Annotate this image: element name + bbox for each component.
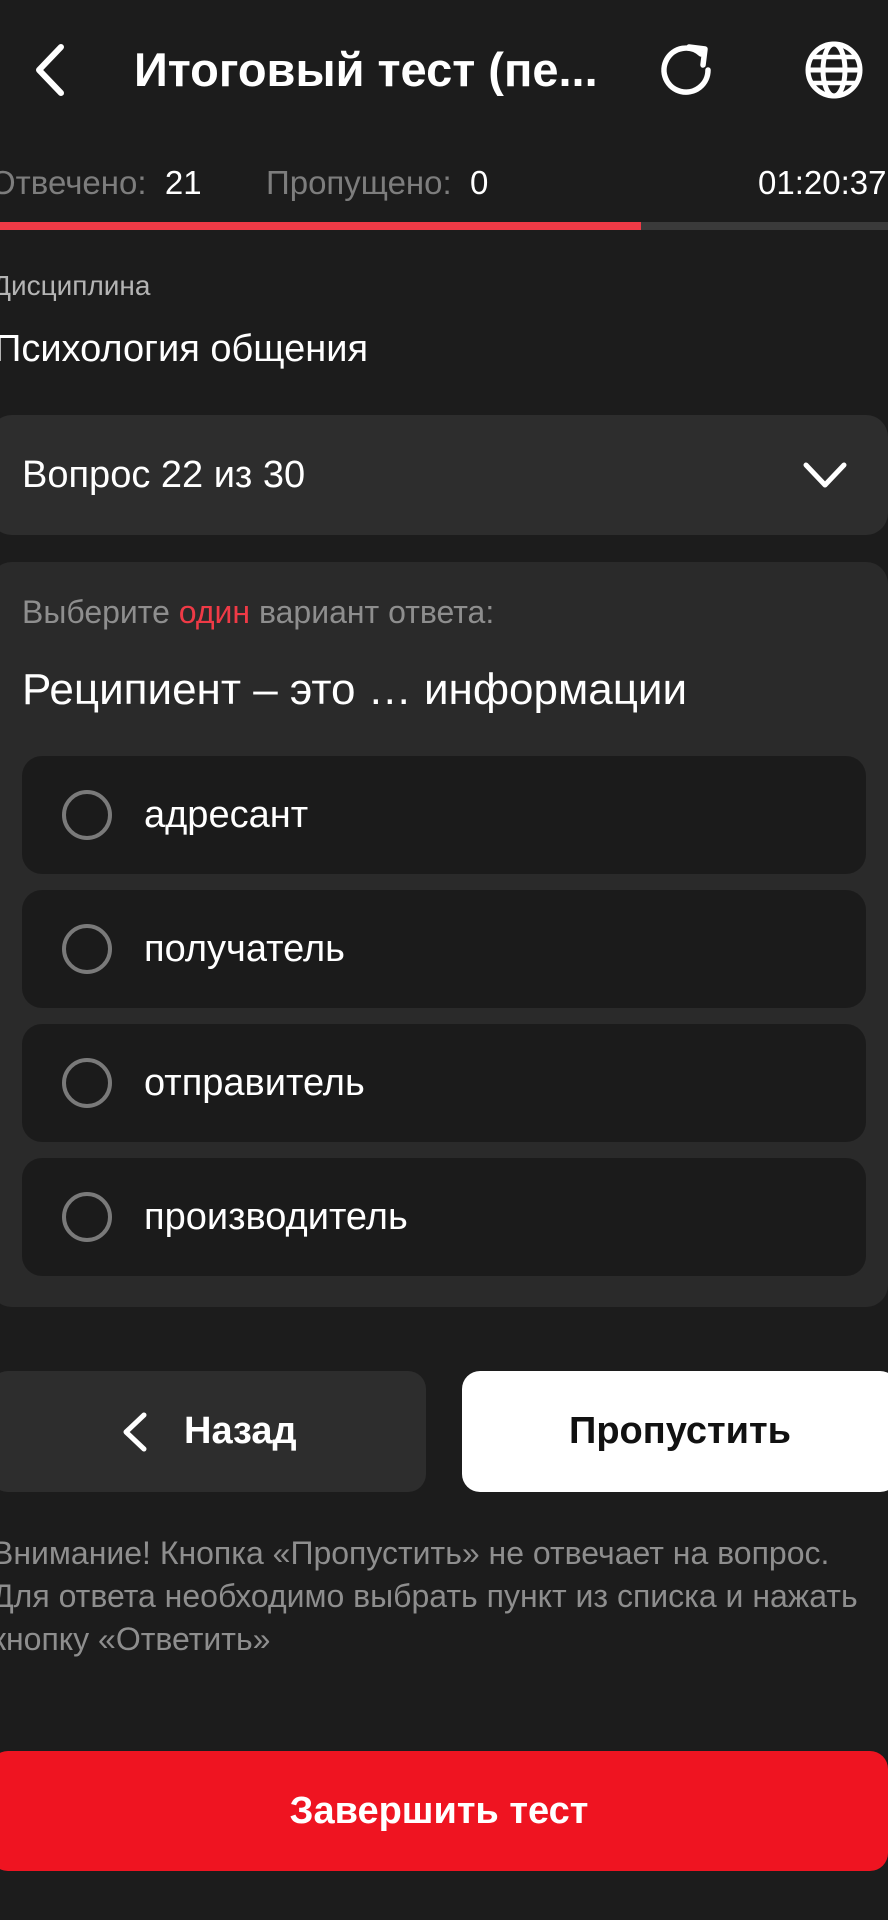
radio-button[interactable]: [62, 1192, 112, 1242]
chevron-down-icon: [803, 462, 847, 488]
finish-test-label: Завершить тест: [289, 1790, 589, 1832]
answer-option[interactable]: производитель: [22, 1158, 866, 1276]
answer-option[interactable]: адресант: [22, 756, 866, 874]
previous-button-label: Назад: [184, 1410, 297, 1452]
chevron-left-icon: [36, 44, 64, 96]
skipped-label: Пропущено:: [266, 164, 452, 201]
globe-icon: [805, 41, 863, 99]
question-card: Выберите один вариант ответа: Реципиент …: [0, 562, 888, 1307]
chevron-left-icon: [123, 1412, 147, 1452]
answered-value: 21: [164, 164, 202, 201]
option-label: адресант: [144, 794, 309, 836]
option-label: отправитель: [144, 1062, 365, 1104]
page-title: Итоговый тест (пе...: [134, 43, 598, 96]
answer-instruction: Выберите один вариант ответа:: [22, 592, 494, 632]
test-stats: Отвечено: 21 Пропущено: 0 01:20:37: [0, 160, 888, 206]
option-label: получатель: [144, 928, 345, 970]
progress-bar: [0, 222, 888, 230]
instruction-text: Выберите: [22, 594, 179, 630]
skipped-value: 0: [470, 164, 489, 201]
radio-button[interactable]: [62, 790, 112, 840]
answered-count: Отвечено: 21: [0, 160, 202, 206]
header: Итоговый тест (пе...: [0, 0, 888, 140]
progress-fill: [0, 222, 642, 230]
instruction-text-end: вариант ответа:: [250, 594, 495, 630]
timer: 01:20:37: [758, 164, 887, 201]
language-button[interactable]: [800, 36, 868, 104]
previous-button[interactable]: Назад: [0, 1371, 426, 1492]
question-text: Реципиент – это … информации: [22, 665, 688, 714]
radio-button[interactable]: [62, 924, 112, 974]
test-screen: Итоговый тест (пе... Отвечено: 21 Пропущ…: [0, 0, 888, 1920]
skip-button[interactable]: Пропустить: [462, 1371, 888, 1492]
refresh-button[interactable]: [652, 36, 720, 104]
question-selector[interactable]: Вопрос 22 из 30: [0, 415, 888, 535]
option-label: производитель: [144, 1196, 408, 1238]
refresh-icon: [661, 44, 711, 95]
question-number: Вопрос 22 из 30: [22, 454, 306, 496]
finish-test-button[interactable]: Завершить тест: [0, 1751, 888, 1871]
discipline-label: Дисциплина: [0, 270, 151, 301]
skip-notice: Внимание! Кнопка «Пропустить» не отвечае…: [0, 1535, 858, 1657]
radio-button[interactable]: [62, 1058, 112, 1108]
discipline-value: Психология общения: [0, 328, 369, 370]
answered-label: Отвечено:: [0, 164, 147, 201]
skip-button-label: Пропустить: [569, 1410, 791, 1452]
answer-option[interactable]: отправитель: [22, 1024, 866, 1142]
answer-option[interactable]: получатель: [22, 890, 866, 1008]
back-button[interactable]: [20, 36, 80, 104]
instruction-accent: один: [178, 594, 251, 630]
skipped-count: Пропущено: 0: [266, 160, 488, 206]
